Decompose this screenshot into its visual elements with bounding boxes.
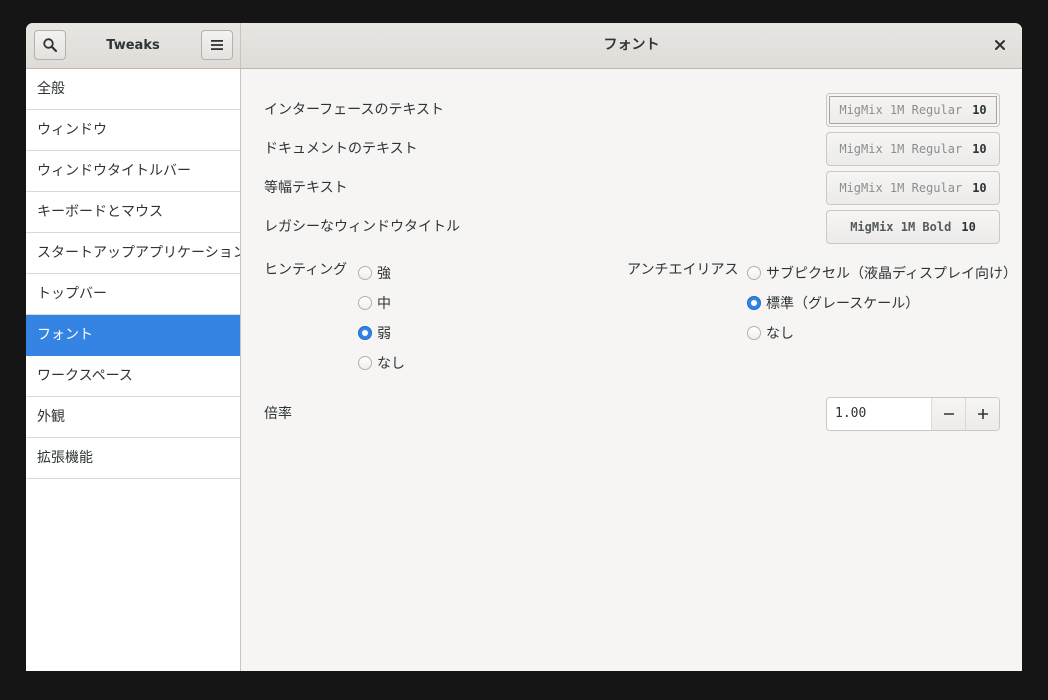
sidebar-item-workspaces[interactable]: ワークスペース (26, 356, 240, 397)
fonts-panel: インターフェースのテキスト MigMix 1M Regular 10 ドキュメント… (242, 69, 1022, 671)
hinting-label: ヒンティング (264, 262, 348, 278)
interface-font-button[interactable]: MigMix 1M Regular 10 (826, 93, 1000, 127)
minus-icon (943, 413, 954, 415)
sidebar-item-keyboard-mouse[interactable]: キーボードとマウス (26, 192, 240, 233)
sidebar: 全般 ウィンドウ ウィンドウタイトルバー キーボードとマウス スタートアップアプ… (26, 69, 241, 671)
antialiasing-none-label: なし (766, 326, 794, 342)
antialiasing-label: アンチエイリアス (627, 262, 739, 278)
page-title: フォント (603, 37, 660, 53)
antialiasing-subpixel-radio[interactable] (747, 266, 761, 280)
monospace-text-row: 等幅テキスト MigMix 1M Regular 10 (264, 171, 1000, 205)
hinting-full-label: 強 (377, 266, 391, 282)
legacy-window-title-label: レガシーなウィンドウタイトル (264, 219, 460, 235)
hinting-medium-radio[interactable] (358, 296, 372, 310)
hinting-option-slight[interactable]: 弱 (358, 323, 391, 343)
hinting-medium-label: 中 (377, 296, 391, 312)
search-icon (43, 38, 58, 53)
hinting-option-medium[interactable]: 中 (358, 293, 391, 313)
hamburger-menu-icon (211, 40, 223, 50)
document-font-size: 10 (972, 142, 987, 156)
scale-factor-spinbutton (826, 397, 1000, 431)
interface-font-name: MigMix 1M Regular (839, 103, 963, 117)
document-text-label: ドキュメントのテキスト (264, 141, 418, 157)
monospace-font-name: MigMix 1M Regular (839, 181, 963, 195)
close-icon (995, 40, 1005, 50)
scale-factor-label: 倍率 (264, 406, 292, 422)
document-font-name: MigMix 1M Regular (839, 142, 963, 156)
sidebar-item-appearance[interactable]: 外観 (26, 397, 240, 438)
sidebar-item-window-titlebars[interactable]: ウィンドウタイトルバー (26, 151, 240, 192)
hinting-slight-label: 弱 (377, 326, 391, 342)
sidebar-item-windows[interactable]: ウィンドウ (26, 110, 240, 151)
hinting-full-radio[interactable] (358, 266, 372, 280)
hinting-none-label: なし (377, 356, 405, 372)
app-title: Tweaks (106, 38, 160, 53)
document-font-button[interactable]: MigMix 1M Regular 10 (826, 132, 1000, 166)
interface-text-row: インターフェースのテキスト MigMix 1M Regular 10 (264, 93, 1000, 127)
sidebar-item-startup-applications[interactable]: スタートアップアプリケーション (26, 233, 240, 274)
monospace-font-button[interactable]: MigMix 1M Regular 10 (826, 171, 1000, 205)
close-button[interactable] (988, 33, 1012, 57)
header-sidebar-section: Tweaks (26, 23, 241, 68)
antialiasing-none-radio[interactable] (747, 326, 761, 340)
monospace-text-label: 等幅テキスト (264, 180, 348, 196)
scale-increment-button[interactable] (965, 398, 999, 430)
sidebar-item-fonts[interactable]: フォント (26, 315, 240, 356)
tweaks-window: Tweaks フォント 全般 ウィンドウ ウィンドウタイトルバー キーボードとマ… (26, 23, 1022, 671)
sidebar-item-extensions[interactable]: 拡張機能 (26, 438, 240, 479)
hinting-option-full[interactable]: 強 (358, 263, 391, 283)
interface-font-size: 10 (972, 103, 987, 117)
sidebar-item-top-bar[interactable]: トップバー (26, 274, 240, 315)
monospace-font-size: 10 (972, 181, 987, 195)
document-text-row: ドキュメントのテキスト MigMix 1M Regular 10 (264, 132, 1000, 166)
scale-decrement-button[interactable] (931, 398, 965, 430)
plus-icon (977, 409, 988, 419)
antialiasing-option-none[interactable]: なし (747, 323, 794, 343)
antialiasing-option-subpixel[interactable]: サブピクセル（液晶ディスプレイ向け） (747, 263, 1017, 283)
legacy-window-title-font-button[interactable]: MigMix 1M Bold 10 (826, 210, 1000, 244)
menu-button[interactable] (201, 30, 233, 60)
interface-text-label: インターフェースのテキスト (264, 102, 445, 118)
antialiasing-option-grayscale[interactable]: 標準（グレースケール） (747, 293, 919, 313)
antialiasing-grayscale-radio[interactable] (747, 296, 761, 310)
legacy-window-title-font-size: 10 (961, 220, 976, 234)
antialiasing-subpixel-label: サブピクセル（液晶ディスプレイ向け） (766, 266, 1018, 282)
legacy-window-title-row: レガシーなウィンドウタイトル MigMix 1M Bold 10 (264, 210, 1000, 244)
hinting-none-radio[interactable] (358, 356, 372, 370)
hinting-option-none[interactable]: なし (358, 353, 405, 373)
legacy-window-title-font-name: MigMix 1M Bold (850, 220, 952, 234)
sidebar-item-general[interactable]: 全般 (26, 69, 240, 110)
search-button[interactable] (34, 30, 66, 60)
header-bar: Tweaks フォント (26, 23, 1022, 69)
scale-factor-input[interactable] (827, 398, 931, 430)
hinting-slight-radio[interactable] (358, 326, 372, 340)
antialiasing-grayscale-label: 標準（グレースケール） (766, 296, 920, 312)
